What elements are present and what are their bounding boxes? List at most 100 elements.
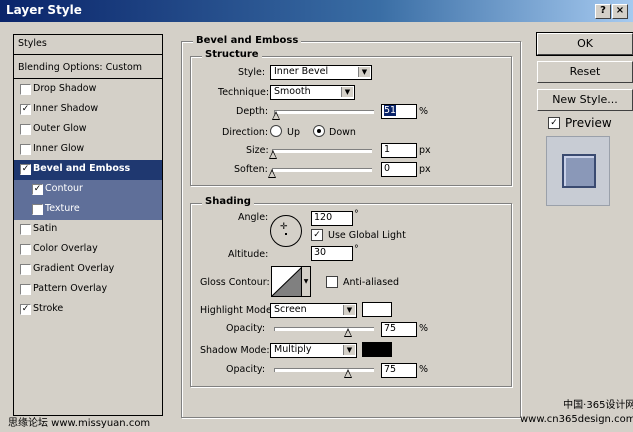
style-item-drop-shadow[interactable]: Drop Shadow (14, 80, 162, 99)
anti-aliased-label: Anti-aliased (343, 277, 400, 288)
angle-dial[interactable]: ✛ (270, 215, 302, 247)
checkbox[interactable]: ✓ (32, 184, 43, 195)
chevron-down-icon: ▼ (358, 67, 370, 77)
direction-up-radio[interactable] (270, 125, 282, 137)
checkbox[interactable] (20, 264, 31, 275)
angle-unit: ° (354, 209, 359, 220)
style-item-satin[interactable]: Satin (14, 220, 162, 239)
title-bar: Layer Style ? × (0, 0, 633, 22)
highlight-mode-select[interactable]: Screen ▼ (270, 303, 357, 318)
checkbox[interactable] (20, 84, 31, 95)
style-item-color-overlay[interactable]: Color Overlay (14, 240, 162, 259)
size-slider[interactable] (272, 149, 372, 153)
shadow-opacity-unit: % (419, 364, 429, 375)
angle-input[interactable]: 120 (311, 211, 353, 226)
checkbox[interactable] (20, 284, 31, 295)
soften-input[interactable]: 0 (381, 162, 417, 177)
highlight-opacity-slider[interactable] (274, 327, 374, 331)
chevron-down-icon[interactable]: ▼ (301, 266, 311, 297)
depth-slider[interactable] (274, 110, 374, 114)
checkbox[interactable] (20, 244, 31, 255)
size-label: Size: (246, 145, 269, 156)
gloss-contour-label: Gloss Contour: (200, 277, 270, 288)
global-light-checkbox[interactable]: ✓ (311, 229, 323, 241)
shadow-mode-label: Shadow Mode: (200, 345, 270, 356)
dialog-title: Layer Style (6, 3, 82, 17)
style-item-inner-shadow[interactable]: ✓ Inner Shadow (14, 100, 162, 119)
global-light-label: Use Global Light (328, 230, 406, 241)
checkbox[interactable] (32, 204, 43, 215)
depth-slider-thumb[interactable] (272, 111, 280, 120)
soften-slider-thumb[interactable] (268, 169, 276, 178)
styles-list: Styles Blending Options: Custom Drop Sha… (13, 34, 163, 416)
shadow-opacity-thumb[interactable] (344, 369, 352, 378)
ok-button[interactable]: OK (536, 32, 633, 56)
size-unit: px (419, 145, 431, 156)
crosshair-icon: ✛ (280, 222, 288, 232)
highlight-opacity-unit: % (419, 323, 429, 334)
checkbox[interactable]: ✓ (20, 104, 31, 115)
preview-label: Preview (565, 116, 612, 130)
checkbox[interactable]: ✓ (20, 164, 31, 175)
angle-label: Angle: (238, 212, 269, 223)
highlight-opacity-input[interactable]: 75 (381, 322, 417, 337)
shadow-mode-select[interactable]: Multiply ▼ (270, 343, 357, 358)
checkbox[interactable] (20, 144, 31, 155)
blending-options-item[interactable]: Blending Options: Custom (14, 59, 162, 79)
depth-label: Depth: (236, 106, 269, 117)
dial-center (285, 233, 287, 235)
chevron-down-icon: ▼ (341, 87, 353, 97)
style-label: Style: (238, 67, 266, 78)
checkbox[interactable] (20, 124, 31, 135)
checkbox[interactable]: ✓ (20, 304, 31, 315)
direction-label: Direction: (222, 127, 269, 138)
bevel-emboss-title: Bevel and Emboss (193, 35, 302, 46)
style-item-inner-glow[interactable]: Inner Glow (14, 140, 162, 159)
altitude-input[interactable]: 30 (311, 246, 353, 261)
technique-label: Technique: (218, 87, 270, 98)
highlight-mode-label: Highlight Mode: (200, 305, 275, 316)
direction-down-label: Down (329, 127, 356, 138)
style-item-contour[interactable]: ✓ Contour (14, 180, 162, 200)
structure-title: Structure (202, 49, 262, 60)
style-item-pattern-overlay[interactable]: Pattern Overlay (14, 280, 162, 299)
soften-slider[interactable] (272, 168, 372, 172)
altitude-unit: ° (354, 244, 359, 255)
soften-unit: px (419, 164, 431, 175)
shadow-color-swatch[interactable] (362, 342, 392, 357)
style-item-outer-glow[interactable]: Outer Glow (14, 120, 162, 139)
shading-title: Shading (202, 196, 254, 207)
watermark-right: 中国·365设计网 www.cn365design.com (520, 400, 633, 425)
direction-up-label: Up (287, 127, 300, 138)
style-select[interactable]: Inner Bevel ▼ (270, 65, 372, 80)
style-item-stroke[interactable]: ✓ Stroke (14, 300, 162, 319)
preview-swatch (562, 154, 596, 188)
technique-select[interactable]: Smooth ▼ (270, 85, 355, 100)
reset-button[interactable]: Reset (537, 61, 633, 83)
chevron-down-icon: ▼ (343, 345, 355, 355)
preview-checkbox[interactable]: ✓ (548, 117, 560, 129)
shadow-opacity-slider[interactable] (274, 368, 374, 372)
anti-aliased-checkbox[interactable] (326, 276, 338, 288)
size-slider-thumb[interactable] (269, 150, 277, 159)
gloss-contour-swatch[interactable] (271, 266, 303, 297)
depth-input[interactable]: 51 (381, 104, 417, 119)
watermark-left: 思缘论坛 www.missyuan.com (8, 418, 151, 429)
styles-header[interactable]: Styles (14, 35, 162, 55)
highlight-color-swatch[interactable] (362, 302, 392, 317)
shadow-opacity-label: Opacity: (226, 364, 266, 375)
shadow-opacity-input[interactable]: 75 (381, 363, 417, 378)
layer-style-dialog: Layer Style ? × Styles Blending Options:… (0, 0, 633, 432)
style-item-gradient-overlay[interactable]: Gradient Overlay (14, 260, 162, 279)
close-icon[interactable]: × (612, 4, 628, 19)
highlight-opacity-thumb[interactable] (344, 328, 352, 337)
highlight-opacity-label: Opacity: (226, 323, 266, 334)
help-icon[interactable]: ? (595, 4, 611, 19)
new-style-button[interactable]: New Style... (537, 89, 633, 111)
size-input[interactable]: 1 (381, 143, 417, 158)
contour-curve-icon (271, 266, 303, 297)
direction-down-radio[interactable] (313, 125, 325, 137)
style-item-bevel-emboss[interactable]: ✓ Bevel and Emboss (14, 160, 162, 180)
style-item-texture[interactable]: Texture (14, 200, 162, 220)
checkbox[interactable] (20, 224, 31, 235)
